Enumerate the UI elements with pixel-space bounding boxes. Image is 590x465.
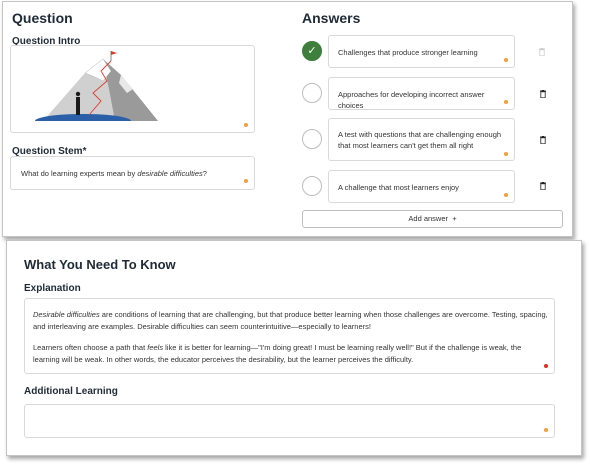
trash-icon[interactable] (540, 136, 546, 144)
explanation-paragraph-2: Learners often choose a path that feels … (33, 343, 522, 364)
answer-2-text: Approaches for developing incorrect answ… (338, 90, 485, 110)
mountain-summit-illustration (35, 51, 158, 121)
answer-1-status-dot (504, 58, 508, 62)
answer-3-field[interactable]: A test with questions that are challengi… (328, 118, 515, 161)
question-heading: Question (12, 10, 73, 26)
answer-2-correct-toggle[interactable] (302, 83, 322, 103)
explanation-label: Explanation (24, 283, 81, 294)
answer-2-field[interactable]: Approaches for developing incorrect answ… (328, 77, 515, 110)
answer-3-text: A test with questions that are challengi… (338, 130, 502, 150)
intro-status-dot (244, 123, 248, 127)
additional-status-dot (544, 428, 548, 432)
answer-1-text: Challenges that produce stronger learnin… (338, 48, 478, 57)
question-stem-text: What do learning experts mean by desirab… (21, 169, 207, 178)
check-icon: ✓ (307, 44, 317, 57)
answer-1-correct-toggle[interactable]: ✓ (302, 41, 322, 61)
question-intro-field[interactable] (10, 45, 255, 133)
additional-learning-label: Additional Learning (24, 386, 118, 397)
additional-learning-field[interactable] (24, 404, 555, 438)
stem-status-dot (244, 179, 248, 183)
answer-4-status-dot (504, 193, 508, 197)
answer-3-correct-toggle[interactable] (302, 129, 322, 149)
answer-3-status-dot (504, 152, 508, 156)
answer-2-status-dot (504, 100, 508, 104)
question-stem-field[interactable]: What do learning experts mean by desirab… (10, 156, 255, 190)
explanation-field[interactable]: Desirable difficulties are conditions of… (24, 298, 555, 374)
plus-icon: + (452, 214, 457, 223)
add-answer-button[interactable]: Add answer + (302, 210, 563, 228)
explanation-status-dot (544, 364, 548, 368)
trash-icon[interactable] (540, 182, 546, 190)
what-you-need-to-know-heading: What You Need To Know (24, 257, 176, 272)
answer-4-text: A challenge that most learners enjoy (338, 183, 459, 192)
trash-icon[interactable] (540, 90, 546, 98)
trash-icon[interactable] (539, 48, 545, 56)
answer-1-field[interactable]: Challenges that produce stronger learnin… (328, 35, 515, 68)
answer-4-correct-toggle[interactable] (302, 176, 322, 196)
answer-4-field[interactable]: A challenge that most learners enjoy (328, 170, 515, 203)
explanation-paragraph-1: Desirable difficulties are conditions of… (33, 310, 548, 331)
answers-heading: Answers (302, 10, 361, 26)
add-answer-label: Add answer (408, 214, 449, 223)
